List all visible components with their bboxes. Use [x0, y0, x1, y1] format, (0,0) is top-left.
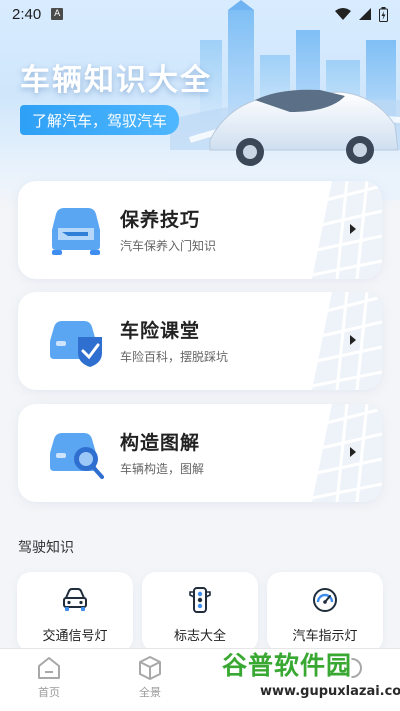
- car-maintenance-icon: [52, 208, 100, 255]
- watermark-url: www.gupuxlazai.com: [260, 684, 400, 699]
- watermark: 谷普软件园 www.gupuxlazai.com: [210, 640, 400, 711]
- card-decoration: [306, 292, 382, 390]
- card-maintenance-tips[interactable]: 保养技巧 汽车保养入门知识: [18, 181, 382, 279]
- hero-banner: 2:40 A 车辆知识大全 了解汽车，驾驭汽车: [0, 0, 400, 210]
- arrow-right-icon: [350, 335, 356, 345]
- tab-label: 全景: [139, 686, 161, 699]
- notification-icon: A: [51, 8, 64, 20]
- status-time: 2:40: [12, 5, 42, 23]
- arrow-right-icon: [350, 224, 356, 234]
- item-traffic-signals[interactable]: 交通信号灯: [17, 572, 133, 652]
- item-label: 交通信号灯: [42, 629, 108, 644]
- card-subtitle: 车辆构造，图解: [120, 462, 205, 476]
- card-title: 车险课堂: [120, 320, 201, 342]
- tab-label: 首页: [38, 686, 60, 699]
- cube-icon: [139, 656, 161, 680]
- status-bar: 2:40 A: [0, 0, 400, 28]
- card-structure-diagram[interactable]: 构造图解 车辆构造，图解: [18, 404, 382, 502]
- status-icons: [335, 6, 388, 22]
- card-decoration: [306, 181, 382, 279]
- arrow-right-icon: [350, 447, 356, 457]
- card-subtitle: 车险百科，摆脱踩坑: [120, 350, 229, 364]
- hero-subtitle: 了解汽车，驾驭汽车: [20, 105, 180, 135]
- hero-title: 车辆知识大全: [20, 63, 212, 98]
- watermark-text: 谷普软件园: [222, 651, 353, 680]
- city-car-illustration: [170, 0, 400, 200]
- car-front-icon: [63, 588, 87, 611]
- tab-home[interactable]: 首页: [19, 655, 79, 700]
- battery-icon: [379, 6, 388, 22]
- home-icon: [38, 657, 60, 679]
- card-title: 保养技巧: [120, 209, 201, 231]
- card-subtitle: 汽车保养入门知识: [120, 239, 217, 253]
- traffic-light-icon: [189, 587, 211, 613]
- section-title: 驾驶知识: [18, 540, 74, 556]
- tab-panorama[interactable]: 全景: [120, 655, 180, 700]
- car-structure-icon: [50, 433, 104, 479]
- wifi-icon: [335, 8, 351, 20]
- card-decoration: [306, 404, 382, 502]
- card-insurance-class[interactable]: 车险课堂 车险百科，摆脱踩坑: [18, 292, 382, 390]
- signal-icon: [359, 8, 371, 20]
- card-title: 构造图解: [120, 432, 201, 454]
- car-insurance-icon: [50, 321, 102, 367]
- gauge-icon: [313, 588, 337, 612]
